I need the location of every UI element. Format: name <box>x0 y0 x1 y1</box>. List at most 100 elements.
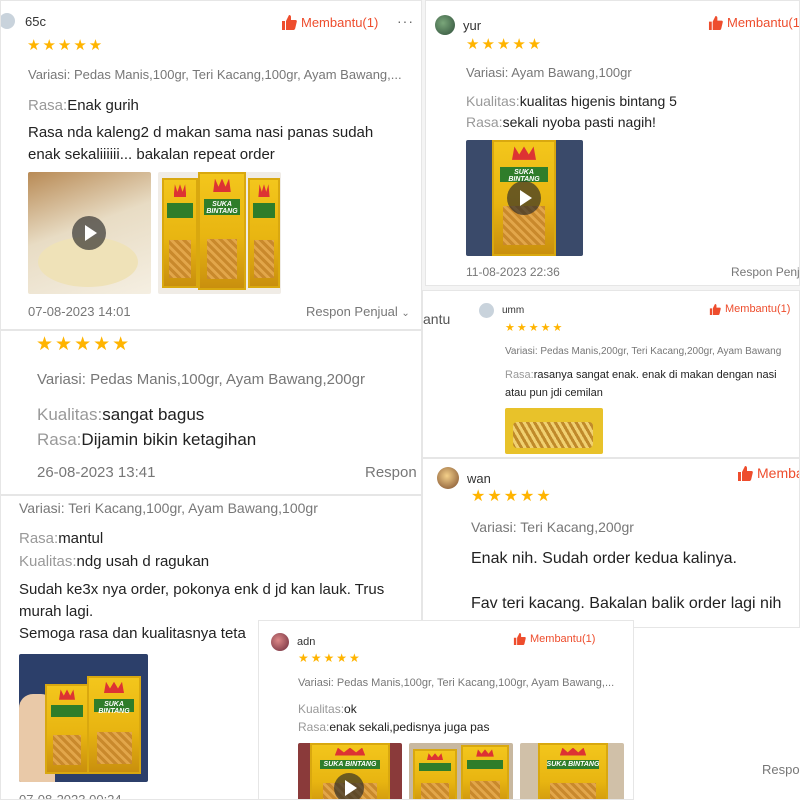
product-brand: SUKA BINTANG <box>546 760 600 768</box>
rasa-line: Rasa:rasanya sangat enak. enak di makan … <box>505 369 777 381</box>
rating-stars: ★★★★★ <box>298 651 362 665</box>
rasa-label: Rasa: <box>505 369 534 381</box>
rasa-label: Rasa: <box>28 97 68 114</box>
rasa-value: Dijamin bikin ketagihan <box>81 430 257 449</box>
avatar[interactable] <box>479 303 494 318</box>
rating-stars: ★★★★★ <box>471 488 553 505</box>
rasa-line: Rasa:Enak gurih <box>28 97 139 114</box>
rasa-value: enak sekali,pedisnya juga pas <box>329 720 490 734</box>
avatar[interactable] <box>437 467 459 489</box>
reviewer-header: umm <box>479 303 524 318</box>
seller-response-toggle[interactable]: Respon Penjual ⌄ <box>306 304 410 319</box>
kualitas-label: Kualitas: <box>37 405 103 424</box>
helpful-label: Membantu(1) <box>530 633 596 645</box>
play-icon[interactable] <box>72 216 106 250</box>
rasa-value: mantul <box>58 530 104 547</box>
review-date: 07-08-2023 00:24 <box>19 792 122 800</box>
variant-text: Variasi: Pedas Manis,100gr, Ayam Bawang,… <box>37 371 365 388</box>
rasa-label: Rasa: <box>466 114 503 130</box>
kualitas-line: Kualitas:ok <box>298 702 357 716</box>
play-icon[interactable] <box>334 773 364 799</box>
helpful-button[interactable]: Membantu(1) <box>513 633 595 645</box>
username[interactable]: adn <box>297 636 315 648</box>
avatar[interactable] <box>271 633 289 651</box>
variant-text: Variasi: Ayam Bawang,100gr <box>466 65 632 80</box>
seller-response-label: Respon Penjual <box>306 304 398 319</box>
helpful-button[interactable]: Membantu(1) <box>709 303 790 315</box>
rasa-line: Rasa:sekali nyoba pasti nagih! <box>466 114 656 130</box>
review-body-line: atau pun jdi cemilan <box>505 387 603 399</box>
username[interactable]: yur <box>463 18 481 33</box>
rating-stars: ★★★★★ <box>466 36 544 53</box>
review-card-6: wan Memba ★★★★★ Variasi: Teri Kacang,200… <box>422 458 800 628</box>
thumbs-up-icon <box>282 15 297 30</box>
kualitas-label: Kualitas: <box>19 553 77 570</box>
helpful-button[interactable]: Membantu(1) <box>708 15 800 30</box>
review-date: 26-08-2023 13:41 <box>37 464 156 481</box>
play-icon[interactable] <box>507 181 541 215</box>
review-card-3: ★★★★★ Variasi: Pedas Manis,100gr, Ayam B… <box>0 330 422 495</box>
helpful-button[interactable]: Memba <box>737 465 800 481</box>
review-video-thumbnail[interactable] <box>28 172 151 294</box>
helpful-label: Membantu(1) <box>725 303 791 315</box>
review-card-1: 65c Membantu(1) ··· ★★★★★ Variasi: Pedas… <box>0 0 422 330</box>
avatar[interactable] <box>435 15 455 35</box>
review-card-7: adn Membantu(1) ★★★★★ Variasi: Pedas Man… <box>258 620 634 800</box>
review-photo[interactable] <box>409 743 513 799</box>
review-photo[interactable]: SUKA BINTANG <box>158 172 281 294</box>
review-body-line: Rasa nda kaleng2 d makan sama nasi panas… <box>28 124 374 141</box>
variant-text: Variasi: Pedas Manis,100gr, Teri Kacang,… <box>298 677 615 689</box>
review-card-8: Respo <box>634 628 800 800</box>
seller-response-toggle[interactable]: Respon Penj <box>731 265 799 279</box>
review-body-line: Fav teri kacang. Bakalan balik order lag… <box>471 595 782 612</box>
review-body-line: Enak nih. Sudah order kedua kalinya. <box>471 550 737 567</box>
rasa-label: Rasa: <box>19 530 59 547</box>
username[interactable]: umm <box>502 305 524 316</box>
reviewer-header: adn <box>271 633 315 651</box>
more-options-icon[interactable]: ··· <box>397 13 414 29</box>
avatar[interactable] <box>1 13 15 29</box>
rasa-label: Rasa: <box>298 720 330 734</box>
kualitas-line: Kualitas:sangat bagus <box>37 405 204 425</box>
rating-stars: ★★★★★ <box>27 37 105 54</box>
review-date: 11-08-2023 22:36 <box>466 265 560 279</box>
variant-text: Variasi: Teri Kacang,200gr <box>471 519 634 535</box>
review-body: Rasa nda kaleng2 d makan sama nasi panas… <box>28 122 373 166</box>
thumbs-up-icon <box>738 465 753 481</box>
partial-text: antu <box>423 311 451 327</box>
variant-text: Variasi: Pedas Manis,200gr, Teri Kacang,… <box>505 346 782 357</box>
kualitas-label: Kualitas: <box>466 93 520 109</box>
helpful-button[interactable]: Membantu(1) <box>281 15 378 30</box>
product-brand: SUKA BINTANG <box>323 760 377 768</box>
kualitas-value: kualitas higenis bintang 5 <box>519 93 677 109</box>
rasa-line: Rasa:mantul <box>19 530 103 547</box>
chevron-down-icon: ⌄ <box>401 308 410 319</box>
review-photo[interactable] <box>505 408 603 454</box>
product-brand: SUKA BINTANG <box>98 700 130 715</box>
kualitas-value: sangat bagus <box>102 405 205 424</box>
review-body-line: Sudah ke3x nya order, pokonya enk d jd k… <box>19 581 385 598</box>
rating-stars: ★★★★★ <box>36 334 132 355</box>
review-video-thumbnail[interactable]: SUKA BINTANG <box>466 140 583 256</box>
kualitas-line: Kualitas:kualitas higenis bintang 5 <box>466 93 677 109</box>
kualitas-value: ok <box>344 702 357 716</box>
reviewer-header: 65c <box>1 13 46 29</box>
product-brand: SUKA BINTANG <box>206 201 238 216</box>
variant-text: Variasi: Teri Kacang,100gr, Ayam Bawang,… <box>19 500 318 516</box>
kualitas-value: ndg usah d ragukan <box>76 553 210 570</box>
username[interactable]: wan <box>467 471 491 486</box>
helpful-label: Memba <box>757 465 800 481</box>
review-body-line: enak sekaliiiiii... bakalan repeat order <box>28 146 275 163</box>
rating-stars: ★★★★★ <box>505 322 565 334</box>
thumbs-up-icon <box>709 303 721 315</box>
review-photo[interactable]: SUKA BINTANG <box>520 743 624 799</box>
seller-response-toggle[interactable]: Respo <box>762 762 800 777</box>
helpful-label: Membantu(1) <box>301 15 379 30</box>
review-card-2: yur Membantu(1) ★★★★★ Variasi: Ayam Bawa… <box>425 0 800 286</box>
rasa-label: Rasa: <box>37 430 82 449</box>
seller-response-toggle[interactable]: Respon <box>365 464 417 481</box>
review-video-thumbnail[interactable]: SUKA BINTANG <box>298 743 402 799</box>
review-photo[interactable]: SUKA BINTANG <box>19 654 148 782</box>
username[interactable]: 65c <box>25 14 46 29</box>
helpful-label: Membantu(1) <box>727 15 800 30</box>
